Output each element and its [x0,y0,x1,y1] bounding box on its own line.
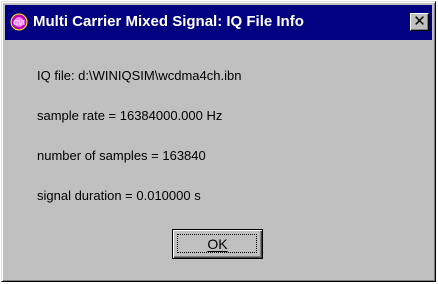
ok-button-label: OK [207,236,228,252]
close-button[interactable]: ✕ [410,13,429,31]
icon-label: CVI [13,20,25,27]
iq-file-label: IQ file: d:\WINIQSIM\wcdma4ch.ibn [37,68,242,83]
signal-duration-label: signal duration = 0.010000 s [37,188,201,203]
title-bar[interactable]: CVI Multi Carrier Mixed Signal: IQ File … [5,5,432,40]
window-title: Multi Carrier Mixed Signal: IQ File Info [33,13,304,30]
cvi-app-icon: CVI [10,13,28,31]
ok-button[interactable]: OK [172,229,263,259]
sample-rate-label: sample rate = 16384000.000 Hz [37,108,223,123]
dialog-window: CVI Multi Carrier Mixed Signal: IQ File … [1,1,436,282]
close-icon: ✕ [413,12,426,30]
sample-count-label: number of samples = 163840 [37,148,206,163]
